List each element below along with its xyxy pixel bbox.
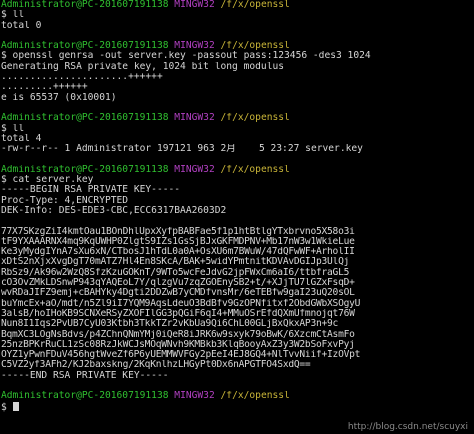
prompt-user-host: Administrator@PC-201607191138 xyxy=(1,0,169,10)
prompt-line: Administrator@PC-201607191138 MINGW32 /f… xyxy=(1,113,473,123)
prompt-system: MINGW32 xyxy=(174,391,215,402)
terminal[interactable]: Administrator@PC-201607191138 MINGW32 /f… xyxy=(1,0,473,412)
output-line: -rw-r--r-- 1 Administrator 197121 963 2月… xyxy=(1,144,363,155)
prompt-path: /f/x/openssl xyxy=(220,41,290,52)
watermark: http://blog.csdn.net/scuyxi xyxy=(347,421,468,432)
key-line: tF9YXAAARNX4mq9KqUWHP0ZlgtS9IZs1GsSjBJxG… xyxy=(1,236,355,247)
key-line: BqmXC3LOgNsBdvs/p4ZChnQNmYMj0iQeR8iJRK6w… xyxy=(1,329,355,340)
command-line: $ ll xyxy=(1,123,25,134)
prompt-line: Administrator@PC-201607191138 MINGW32 /f… xyxy=(1,391,473,401)
prompt-path: /f/x/openssl xyxy=(220,164,290,175)
prompt-system: MINGW32 xyxy=(174,164,215,175)
output-line: Proc-Type: 4,ENCRYPTED xyxy=(1,195,129,206)
prompt-system: MINGW32 xyxy=(174,41,215,52)
output-line: DEK-Info: DES-EDE3-CBC,ECC6317BAA2603D2 xyxy=(1,205,227,216)
output-line: total 0 xyxy=(1,20,42,31)
prompt-path: /f/x/openssl xyxy=(220,113,290,124)
key-line: 25nzBPKrRuCL1zSc08RzJkWCJsMOqWNvh9KMBkb3… xyxy=(1,339,355,350)
input-line[interactable]: $ xyxy=(1,401,473,412)
prompt-user-host: Administrator@PC-201607191138 xyxy=(1,391,169,402)
output-line: -----BEGIN RSA PRIVATE KEY----- xyxy=(1,185,181,196)
cursor xyxy=(12,401,19,411)
prompt-system: MINGW32 xyxy=(174,0,215,10)
command-line: $ openssl genrsa -out server.key -passou… xyxy=(1,51,371,62)
output-line: ......................++++++ xyxy=(1,72,163,83)
prompt-user-host: Administrator@PC-201607191138 xyxy=(1,41,169,52)
key-line: OYZ1yPwnFDuV456hgtWveZf6P6yUEMMWVFGy2pEe… xyxy=(1,350,361,361)
prompt-line: Administrator@PC-201607191138 MINGW32 /f… xyxy=(1,0,473,10)
output-line: e is 65537 (0x10001) xyxy=(1,92,117,103)
prompt-user-host: Administrator@PC-201607191138 xyxy=(1,113,169,124)
prompt-path: /f/x/openssl xyxy=(220,0,290,10)
prompt-system: MINGW32 xyxy=(174,113,215,124)
key-line: wvRDaJIFZ9emj+cBAHYky4Dgti2DDZwB7yCMDfvn… xyxy=(1,288,355,299)
key-line: C5VZ2yf3AFh2/KJ2baxskng/2KqKnlhzLHGyPt0D… xyxy=(1,360,311,371)
prompt-line: Administrator@PC-201607191138 MINGW32 /f… xyxy=(1,165,473,175)
output-line: -----END RSA PRIVATE KEY----- xyxy=(1,370,169,381)
output-line: .........++++++ xyxy=(1,82,88,93)
key-line: Ke3yMydgIYnA7sXu6xN/CTbosJ1hTdL0a0A+OsXU… xyxy=(1,247,355,258)
key-line: cO3OvZMkLDSnwP943qYAQEoL7Y/qlzgVu7zqZGOE… xyxy=(1,278,355,289)
prompt-path: /f/x/openssl xyxy=(220,391,290,402)
output-line: Generating RSA private key, 1024 bit lon… xyxy=(1,61,285,72)
key-line: buYmcEx+aO/mdt/n5Zl9iI7YQM9AqsLdeuO3BdBf… xyxy=(1,298,361,309)
key-line: xDtS2nXjxXvgDgT70mATZ7Hl4En8SKcA/BAK+5wi… xyxy=(1,257,350,268)
command-line: $ cat server.key xyxy=(1,175,94,186)
command-line: $ ll xyxy=(1,10,25,21)
prompt-line: Administrator@PC-201607191138 MINGW32 /f… xyxy=(1,41,473,51)
key-line: Nun8I1Iqs2PvUB7CyU03Ktbh3TkkTZr2vKbUa9Qi… xyxy=(1,319,339,330)
output-line: total 4 xyxy=(1,133,42,144)
key-line: RbSz9/Ak96w2WzQ8SfzKzuGOKnT/9WTo5wcFeJdv… xyxy=(1,267,350,278)
key-line: 77X7SKzgZiI4kmtOau1BOnDhlUpxXyfpBABFae5f… xyxy=(1,226,355,237)
prompt-user-host: Administrator@PC-201607191138 xyxy=(1,164,169,175)
key-line: 3alsB/hoIHoKB9SCNXeRSyZXOFIlGG3pQGiF6qI4… xyxy=(1,308,355,319)
